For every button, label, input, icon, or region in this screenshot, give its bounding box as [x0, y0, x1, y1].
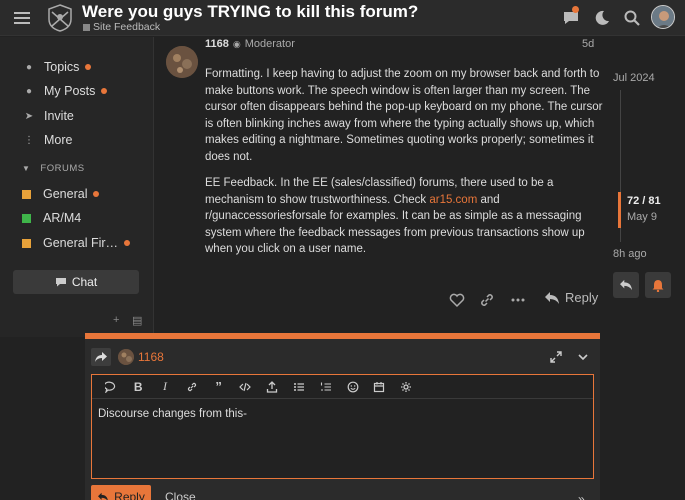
- topics-icon: ●: [25, 61, 33, 73]
- sidebar-section-forums[interactable]: ▼ FORUMS: [22, 163, 85, 174]
- category-label: Site Feedback: [93, 21, 161, 33]
- user-role: Moderator: [244, 38, 295, 50]
- chat-button[interactable]: Chat: [13, 270, 139, 294]
- reply-button[interactable]: Reply: [544, 290, 598, 305]
- sidebar-item-label: Topics: [44, 60, 80, 74]
- sidebar-item-general-firearms[interactable]: General Fir…: [22, 233, 131, 253]
- composer-close-button[interactable]: Close: [165, 490, 196, 500]
- section-label: FORUMS: [40, 163, 85, 174]
- user-icon: ●: [25, 85, 33, 97]
- unread-dot: [124, 240, 131, 246]
- more-horizontal-icon[interactable]: [509, 291, 527, 309]
- post-body: Formatting. I keep having to adjust the …: [205, 66, 605, 268]
- italic-icon[interactable]: I: [152, 377, 179, 397]
- more-icon: ⋮: [24, 134, 34, 146]
- send-icon: ➤: [24, 110, 34, 122]
- sidebar-item-my-posts[interactable]: ● My Posts: [22, 81, 108, 101]
- category-color-square: [83, 23, 90, 31]
- site-header: Were you guys TRYING to kill this forum?…: [0, 0, 685, 36]
- category-color-square: [22, 213, 31, 223]
- heart-icon[interactable]: [448, 291, 466, 309]
- site-logo[interactable]: [46, 3, 74, 33]
- chevron-down-icon[interactable]: [576, 350, 590, 364]
- reply-icon: [619, 279, 633, 291]
- composer-editor[interactable]: B I ” Discourse changes from this-: [91, 374, 594, 479]
- sidebar-item-label: General Fir…: [43, 236, 119, 250]
- reply-composer: 1168 B I ” Discourse changes from this- …: [85, 333, 600, 500]
- sidebar-item-label: AR/M4: [43, 211, 82, 225]
- quote-icon[interactable]: ”: [205, 377, 232, 397]
- search-icon[interactable]: [622, 8, 642, 28]
- keyboard-icon[interactable]: ▤: [132, 314, 142, 327]
- plus-icon[interactable]: +: [113, 314, 119, 326]
- speech-bubble-icon[interactable]: [98, 377, 125, 397]
- sidebar-item-ar-m4[interactable]: AR/M4: [22, 208, 81, 228]
- sidebar-item-label: Invite: [44, 109, 74, 123]
- timeline-reply-button[interactable]: [613, 272, 639, 298]
- chevron-down-icon: ▼: [22, 164, 31, 173]
- category-color-square: [22, 189, 31, 199]
- sidebar: ● Topics ● My Posts ➤ Invite ⋮ More ▼ FO…: [0, 37, 154, 337]
- calendar-icon[interactable]: [366, 377, 393, 397]
- post-meta: 1168 ◉ Moderator: [205, 38, 295, 50]
- link-icon[interactable]: [178, 377, 205, 397]
- timeline-start[interactable]: Jul 2024: [613, 72, 655, 84]
- moon-icon[interactable]: [592, 8, 612, 28]
- post-text: EE Feedback. In the EE (sales/classified…: [205, 177, 554, 206]
- reply-icon: [544, 291, 560, 305]
- share-arrow-icon: [95, 352, 107, 362]
- sidebar-item-more[interactable]: ⋮ More: [22, 130, 72, 150]
- code-icon[interactable]: [232, 377, 259, 397]
- sidebar-item-label: My Posts: [44, 84, 96, 98]
- editor-toolbar: B I ”: [92, 375, 593, 399]
- post-link[interactable]: ar15.com: [429, 194, 477, 206]
- link-icon[interactable]: [478, 291, 496, 309]
- timeline-end[interactable]: 8h ago: [613, 248, 647, 260]
- avatar[interactable]: [651, 5, 675, 29]
- unread-dot: [93, 191, 100, 197]
- category-color-square: [22, 238, 31, 248]
- timeline-notification-button[interactable]: [645, 272, 671, 298]
- composer-reply-label: Reply: [114, 490, 145, 500]
- bold-icon[interactable]: B: [125, 377, 152, 397]
- numbered-list-icon[interactable]: [312, 377, 339, 397]
- chat-unread-dot: [572, 6, 579, 13]
- unread-dot: [101, 88, 108, 94]
- composer-avatar: [118, 349, 134, 365]
- composer-username[interactable]: 1168: [138, 350, 164, 364]
- composer-draft-text: Discourse changes from this-: [98, 408, 247, 420]
- bell-icon: [652, 279, 664, 292]
- post-username[interactable]: 1168: [205, 38, 229, 50]
- timeline-position: 72 / 81: [627, 195, 661, 207]
- upload-icon[interactable]: [259, 377, 286, 397]
- category-badge[interactable]: Site Feedback: [83, 21, 160, 33]
- post-date[interactable]: 5d: [582, 38, 594, 50]
- sidebar-item-general[interactable]: General: [22, 184, 100, 204]
- shield-icon: ◉: [232, 38, 241, 49]
- emoji-icon[interactable]: [339, 377, 366, 397]
- unread-dot: [85, 64, 92, 70]
- topic-title[interactable]: Were you guys TRYING to kill this forum?: [82, 2, 418, 22]
- timeline-position-date: May 9: [627, 211, 657, 223]
- reply-icon: [97, 492, 109, 500]
- reply-label: Reply: [565, 290, 599, 305]
- reply-type-button[interactable]: [91, 348, 111, 366]
- chat-button-label: Chat: [71, 275, 98, 289]
- composer-reply-button[interactable]: Reply: [91, 485, 151, 500]
- sidebar-item-topics[interactable]: ● Topics: [22, 57, 92, 77]
- post-paragraph: EE Feedback. In the EE (sales/classified…: [205, 175, 605, 258]
- bullet-list-icon[interactable]: [286, 377, 313, 397]
- double-chevron-right-icon[interactable]: »: [578, 492, 585, 500]
- post-paragraph: Formatting. I keep having to adjust the …: [205, 68, 603, 163]
- hamburger-icon[interactable]: [12, 8, 32, 28]
- sidebar-item-invite[interactable]: ➤ Invite: [22, 106, 74, 126]
- sidebar-item-label: General: [43, 187, 88, 201]
- fullscreen-icon[interactable]: [549, 350, 563, 364]
- chat-bubble-icon: [55, 276, 67, 288]
- timeline-handle[interactable]: [618, 192, 621, 228]
- gear-icon[interactable]: [393, 377, 420, 397]
- post-author-avatar[interactable]: [166, 46, 198, 78]
- sidebar-item-label: More: [44, 133, 73, 147]
